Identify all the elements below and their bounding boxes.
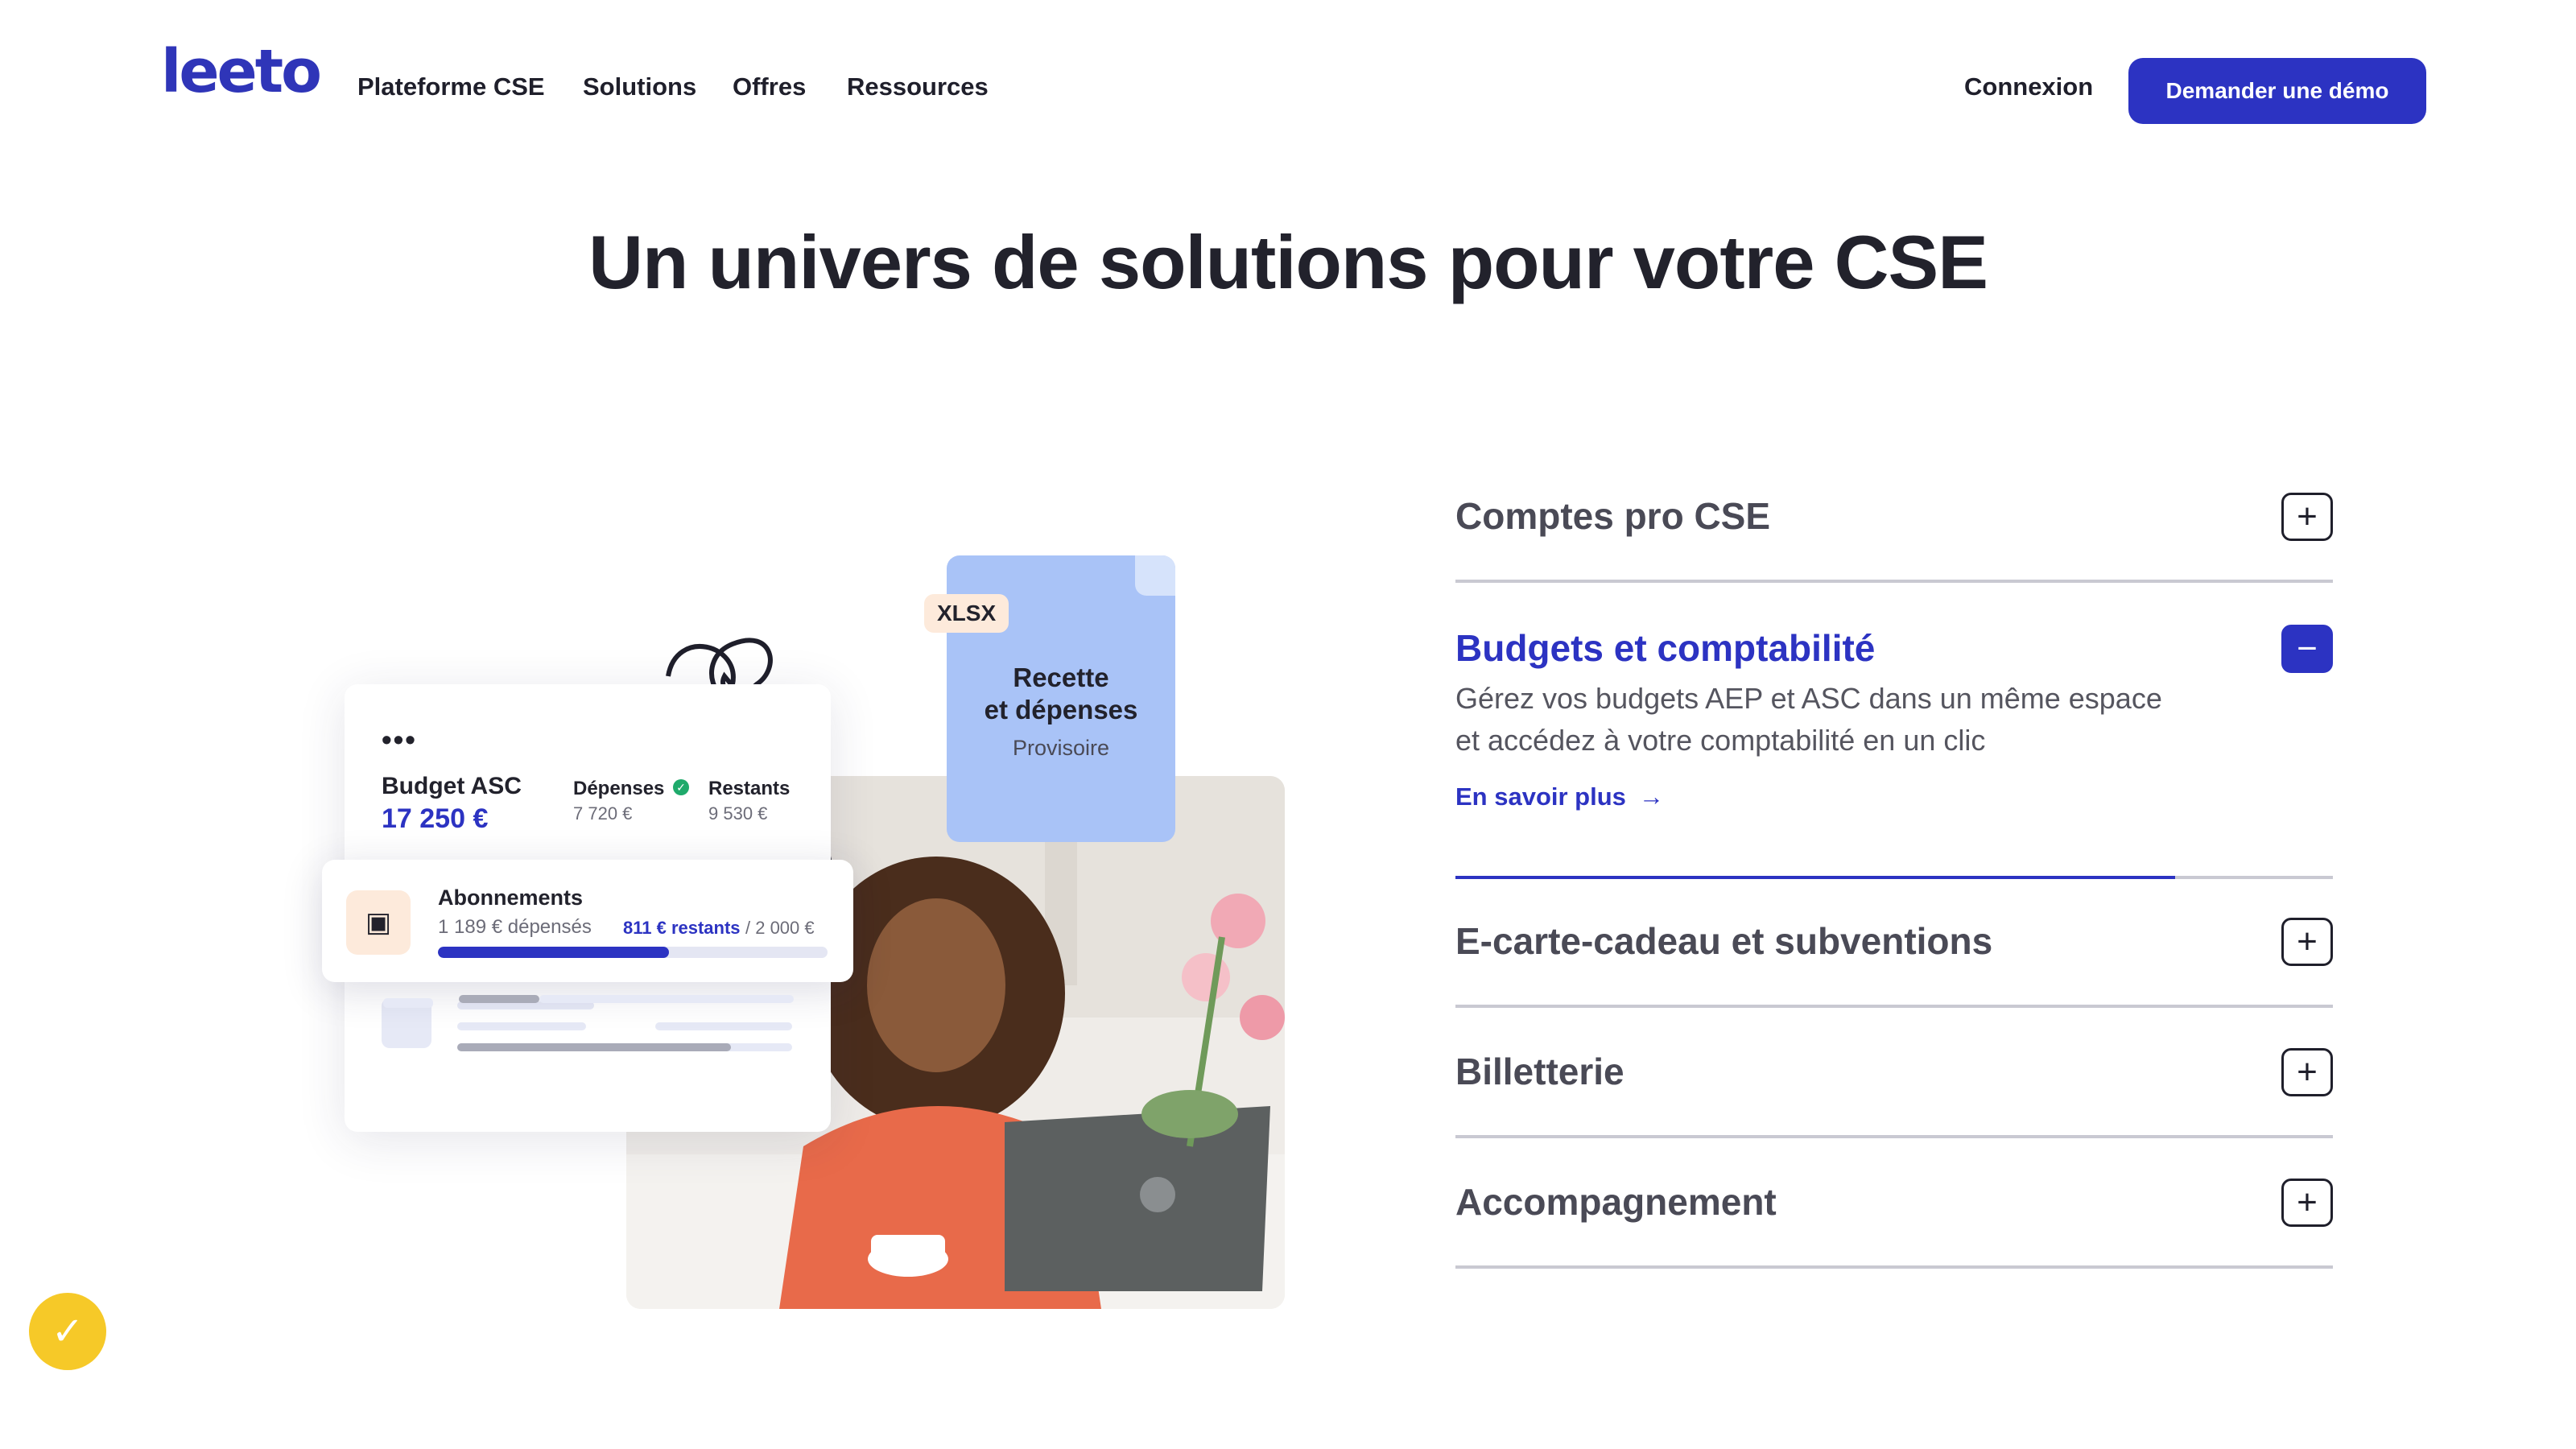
leeto-logo[interactable]: leeto (161, 42, 322, 101)
abonnements-progress-fill (438, 947, 670, 958)
depenses-label: Dépenses (573, 778, 665, 799)
document-fold (1135, 555, 1175, 596)
arrow-right-icon: → (1638, 782, 1664, 811)
nav-ressources[interactable]: Ressources (847, 74, 989, 99)
page-title: Un univers de solutions pour votre CSE (588, 220, 1988, 304)
placeholder-bar (457, 1043, 731, 1051)
document-subtitle: Provisoire (1012, 736, 1110, 760)
document-title: Recette et dépenses (984, 663, 1138, 724)
accordion-description: Gérez vos budgets AEP et ASC dans un mêm… (1455, 682, 2162, 757)
abonnements-spent: 1 189 € dépensés (438, 916, 592, 938)
more-icon: ••• (382, 723, 417, 756)
placeholder-bar (459, 995, 539, 1003)
accordion-title[interactable]: Billetterie (1455, 1053, 1624, 1090)
accordion-title[interactable]: Budgets et comptabilité (1455, 630, 1875, 667)
depenses-value: 7 720 € (573, 803, 633, 824)
budget-value: 17 250 € (382, 803, 489, 834)
restants-label: Restants (708, 778, 791, 799)
nav-offres[interactable]: Offres (733, 74, 806, 99)
placeholder-bar (539, 995, 794, 1003)
abonnements-card: ▣ Abonnements 1 189 € dépensés 811 € res… (322, 860, 853, 982)
abonnements-remaining: 811 € restants (623, 918, 741, 938)
accordion-title[interactable]: E-carte-cadeau et subventions (1455, 923, 1992, 960)
nav-plateforme-cse[interactable]: Plateforme CSE (357, 74, 545, 99)
accordion-progress (1455, 876, 2175, 879)
restants-value: 9 530 € (708, 803, 768, 824)
nav-solutions[interactable]: Solutions (583, 74, 696, 99)
plus-icon[interactable]: + (2281, 1048, 2333, 1096)
accordion-divider (1455, 580, 2333, 583)
check-icon: ✓ (673, 779, 689, 795)
abonnements-title: Abonnements (438, 886, 584, 910)
placeholder-bar (457, 1022, 586, 1030)
plus-icon[interactable]: + (2281, 493, 2333, 541)
abonnements-total: / 2 000 € (745, 918, 815, 938)
accordion-divider (1455, 1005, 2333, 1008)
budget-label: Budget ASC (382, 773, 522, 799)
request-demo-button[interactable]: Demander une démo (2128, 58, 2426, 124)
accordion-title[interactable]: Accompagnement (1455, 1183, 1777, 1220)
accordion-divider (1455, 1265, 2333, 1269)
abonnements-progress (438, 947, 828, 958)
video-icon: ▣ (346, 890, 411, 955)
plus-icon[interactable]: + (2281, 1179, 2333, 1227)
accordion-divider (1455, 1135, 2333, 1138)
plus-icon[interactable]: + (2281, 918, 2333, 966)
learn-more-label[interactable]: En savoir plus (1455, 782, 1626, 811)
accordion-title[interactable]: Comptes pro CSE (1455, 497, 1770, 535)
login-link[interactable]: Connexion (1964, 74, 2093, 99)
placeholder-bar (655, 1022, 792, 1030)
cookie-consent-icon[interactable]: ✓ (29, 1293, 106, 1370)
placeholder-bar (383, 998, 433, 1008)
xlsx-badge: XLSX (924, 594, 1009, 633)
minus-icon[interactable]: − (2281, 625, 2333, 673)
learn-more-link[interactable]: En savoir plus → (1455, 782, 1664, 811)
